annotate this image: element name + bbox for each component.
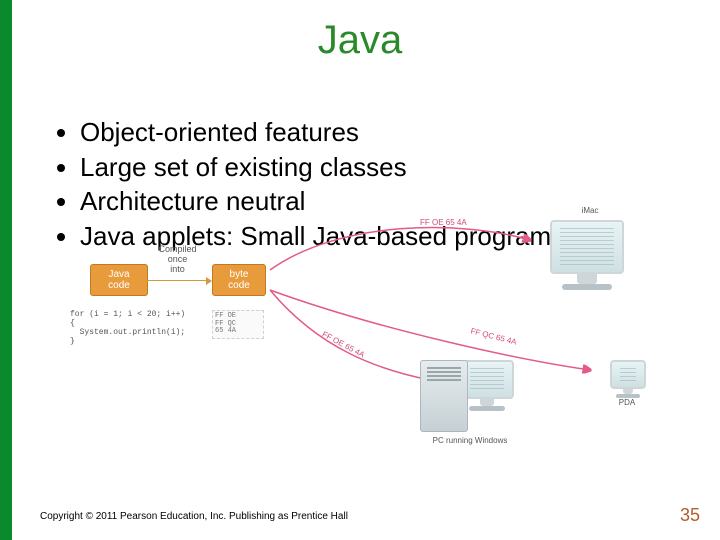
- bullet-item: Object-oriented features: [80, 116, 700, 149]
- pda-icon: [610, 360, 646, 398]
- pc-tower-icon: [420, 360, 468, 432]
- java-diagram: Javacode Compiledonceinto bytecode for (…: [40, 240, 700, 490]
- pc-monitor-icon: [460, 360, 514, 411]
- dispatch-arrow-1-label: FF OE 65 4A: [420, 218, 467, 227]
- imac-label: iMac: [570, 206, 610, 215]
- copyright-footer: Copyright © 2011 Pearson Education, Inc.…: [40, 511, 348, 522]
- slide-title: Java: [0, 18, 720, 63]
- imac-icon: [550, 220, 624, 290]
- java-source-snippet: for (i = 1; i < 20; i++){ System.out.pri…: [70, 310, 185, 346]
- byte-code-box: bytecode: [212, 264, 266, 296]
- accent-bar: [0, 0, 12, 540]
- compile-arrow: [146, 280, 206, 281]
- bytecode-snippet: FF OEFF QC65 4A: [212, 310, 264, 339]
- pc-label: PC running Windows: [420, 436, 520, 445]
- page-number: 35: [680, 505, 700, 526]
- compiled-label: Compiledonceinto: [150, 244, 205, 274]
- pda-label: PDA: [612, 398, 642, 407]
- bullet-item: Large set of existing classes: [80, 151, 700, 184]
- java-code-box: Javacode: [90, 264, 148, 296]
